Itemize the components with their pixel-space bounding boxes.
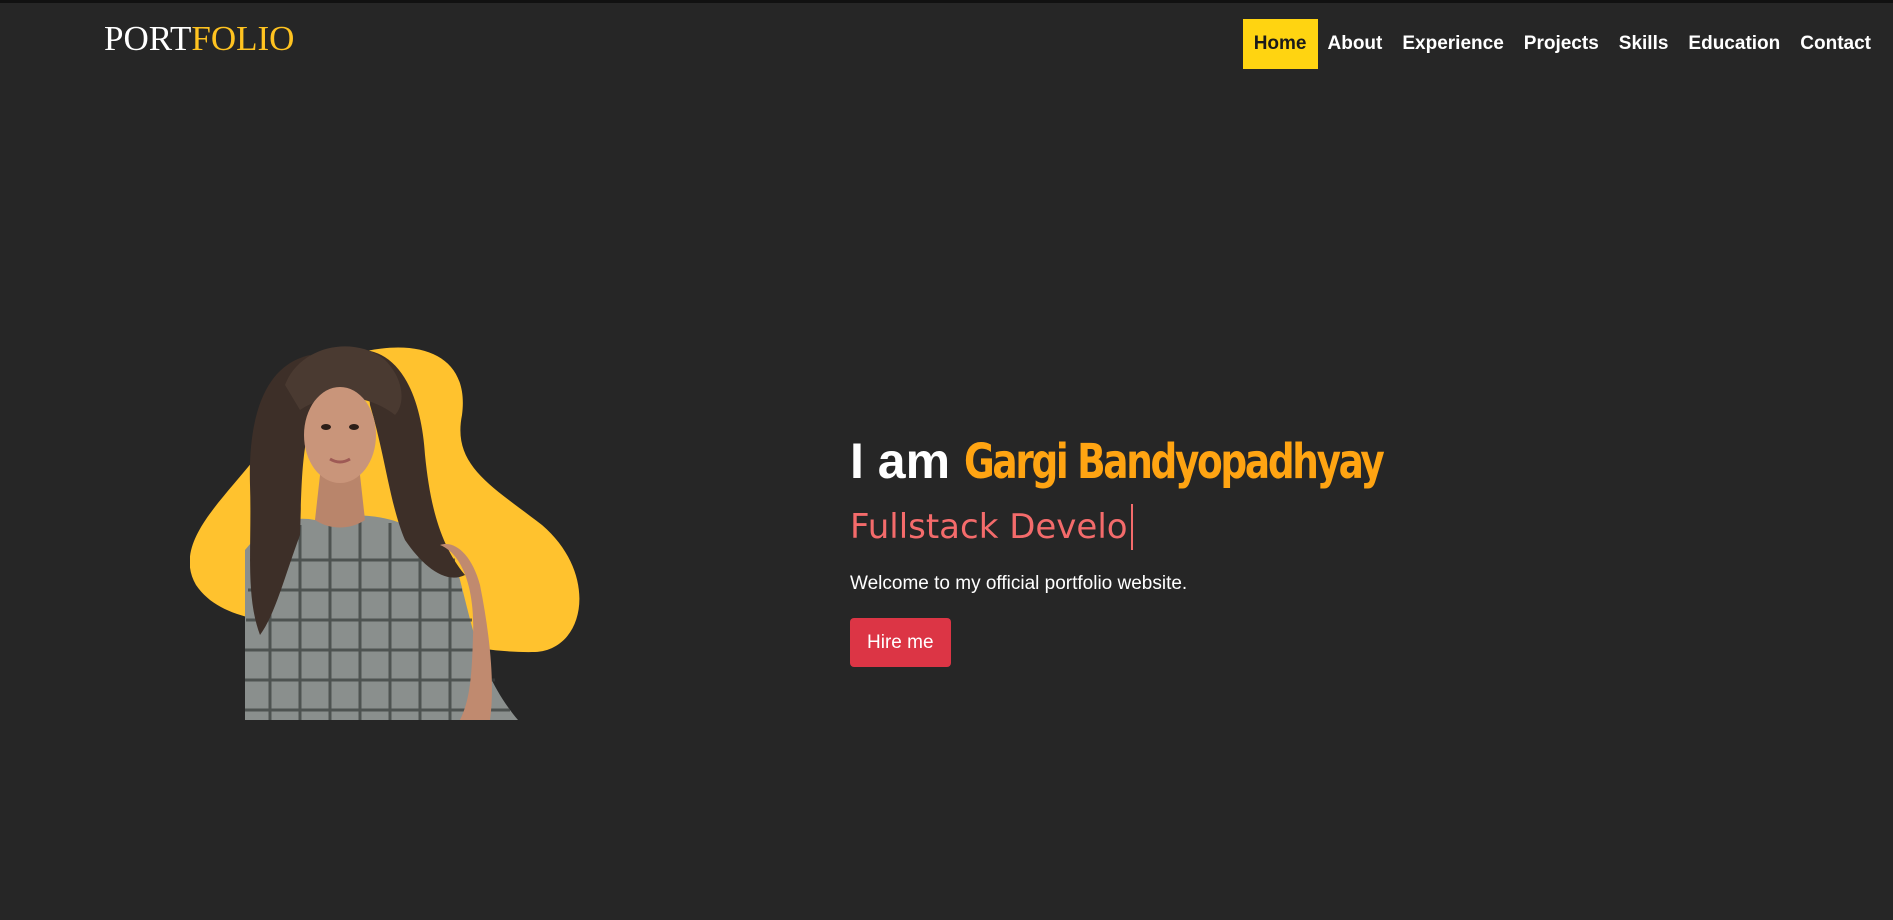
hire-me-button[interactable]: Hire me <box>850 618 951 667</box>
hero-section: I am Gargi Bandyopadhyay Fullstack Devel… <box>850 432 1500 667</box>
logo-part-folio: FOLIO <box>191 19 295 58</box>
navbar: PORTFOLIO Home About Experience Projects… <box>0 3 1893 83</box>
typed-role-row: Fullstack Develo <box>850 503 1500 551</box>
nav-item-education[interactable]: Education <box>1678 19 1790 69</box>
hero-name: Gargi Bandyopadhyay <box>963 434 1385 490</box>
nav-menu: Home About Experience Projects Skills Ed… <box>1242 19 1881 69</box>
nav-item-experience[interactable]: Experience <box>1392 19 1513 69</box>
site-logo[interactable]: PORTFOLIO <box>104 21 294 56</box>
nav-item-projects[interactable]: Projects <box>1514 19 1609 69</box>
portrait-eye-left <box>321 424 331 430</box>
typed-role-text: Fullstack Develo <box>850 507 1128 547</box>
portrait-face <box>304 387 376 483</box>
hero-intro: I am <box>850 433 964 489</box>
typing-cursor <box>1130 504 1133 550</box>
nav-item-about[interactable]: About <box>1318 19 1393 69</box>
nav-item-home[interactable]: Home <box>1242 19 1318 69</box>
portrait-eye-right <box>349 424 359 430</box>
logo-part-port: PORT <box>104 19 192 58</box>
hero-heading: I am Gargi Bandyopadhyay <box>850 432 1500 491</box>
nav-item-skills[interactable]: Skills <box>1609 19 1679 69</box>
welcome-text: Welcome to my official portfolio website… <box>850 573 1188 594</box>
nav-item-contact[interactable]: Contact <box>1790 19 1881 69</box>
profile-photo <box>189 335 590 720</box>
